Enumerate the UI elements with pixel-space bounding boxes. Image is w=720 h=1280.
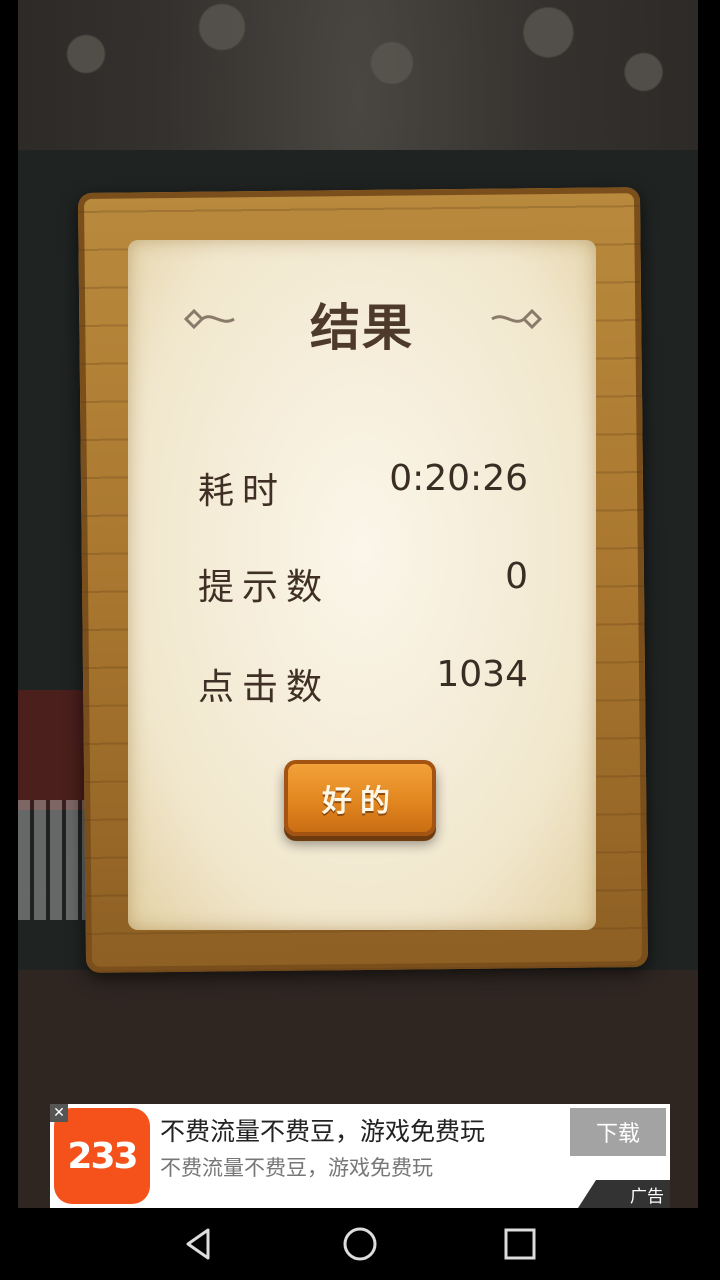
ok-button[interactable]: 好的 [284, 760, 436, 836]
ad-subtitle[interactable]: 不费流量不费豆，游戏免费玩 [160, 1152, 433, 1182]
hints-label: 提示数 [198, 567, 331, 608]
time-value: 0:20:26 [389, 458, 528, 499]
time-label: 耗时 [198, 471, 287, 512]
ad-close-icon[interactable]: ✕ [50, 1104, 68, 1122]
ad-logo[interactable]: 233 [54, 1108, 150, 1204]
clicks-value: 1034 [436, 654, 528, 695]
recent-apps-icon[interactable] [500, 1224, 540, 1264]
back-icon[interactable] [180, 1224, 220, 1264]
ad-download-button[interactable]: 下载 [570, 1108, 666, 1156]
ad-title[interactable]: 不费流量不费豆，游戏免费玩 [160, 1112, 485, 1148]
clicks-label: 点击数 [198, 667, 331, 708]
right-ornament-icon [491, 308, 543, 330]
hints-value: 0 [505, 556, 528, 597]
ad-tag-label: 广告 [630, 1186, 664, 1207]
home-icon[interactable] [340, 1224, 380, 1264]
